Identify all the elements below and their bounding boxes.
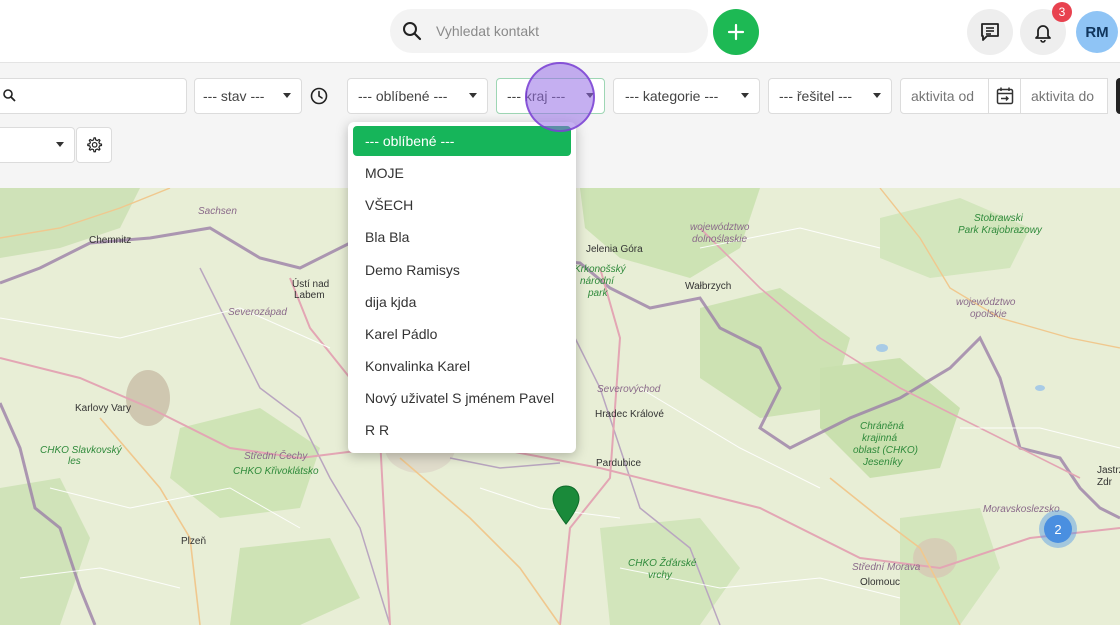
map-label: Chráněná xyxy=(860,421,904,432)
dropdown-option[interactable]: MOJE xyxy=(353,158,571,188)
clock-icon xyxy=(310,87,328,105)
user-avatar[interactable]: RM xyxy=(1076,11,1118,53)
chevron-down-icon xyxy=(873,93,881,98)
secondary-select[interactable] xyxy=(0,127,75,163)
map-label: Chemnitz xyxy=(89,235,132,246)
chevron-down-icon xyxy=(283,93,291,98)
messages-button[interactable] xyxy=(967,9,1013,55)
map-label: CHKO Žďárské xyxy=(628,558,697,569)
map-label: Severozápad xyxy=(228,307,287,318)
cursor-highlight xyxy=(525,62,595,132)
map-label: Jelenia Góra xyxy=(586,244,643,255)
plus-icon xyxy=(727,23,745,41)
gear-icon xyxy=(87,137,103,153)
chevron-down-icon xyxy=(741,93,749,98)
bell-icon xyxy=(1035,25,1051,43)
oblibene-dropdown-menu: --- oblíbené --- MOJE VŠECH Bla Bla Demo… xyxy=(348,122,576,453)
stav-select[interactable]: --- stav --- xyxy=(194,78,302,114)
settings-button[interactable] xyxy=(76,127,112,163)
stav-select-value: --- stav --- xyxy=(203,88,265,104)
map-cluster-marker[interactable]: 2 xyxy=(1039,510,1077,548)
kategorie-select-value: --- kategorie --- xyxy=(625,88,719,104)
aktivita-od-input[interactable] xyxy=(900,78,989,114)
map-label: województwo xyxy=(956,297,1016,308)
map-label: Ústí nad xyxy=(292,279,330,290)
map-label: park xyxy=(588,288,608,299)
resitel-select-value: --- řešitel --- xyxy=(779,88,853,104)
search-icon xyxy=(403,22,422,41)
map-label: Střední Morava xyxy=(852,562,921,573)
map-label: opolskie xyxy=(970,309,1007,320)
dropdown-option[interactable]: VŠECH xyxy=(353,190,571,220)
map-label: Olomouc xyxy=(860,577,901,588)
chevron-down-icon xyxy=(56,142,64,147)
map-label: Zdr xyxy=(1097,477,1112,488)
contact-search-input[interactable] xyxy=(434,22,688,40)
calendar-arrow-icon xyxy=(996,87,1014,105)
map-label: Stobrawski xyxy=(974,213,1023,224)
cluster-count: 2 xyxy=(1044,515,1072,543)
map-label: województwo xyxy=(690,222,750,233)
map-label: dolnośląskie xyxy=(692,234,748,245)
kategorie-select[interactable]: --- kategorie --- xyxy=(613,78,760,114)
date-range-toggle[interactable] xyxy=(988,78,1021,114)
map-label: CHKO Křivoklátsko xyxy=(233,466,319,477)
dropdown-option[interactable]: Nový uživatel S jménem Pavel xyxy=(353,383,571,413)
message-icon xyxy=(981,23,999,41)
map-label: Karlovy Vary xyxy=(75,403,131,414)
map-label: Jeseníky xyxy=(863,457,903,468)
dropdown-option[interactable]: Karel Pádlo xyxy=(353,319,571,349)
map-label: Park Krajobrazowy xyxy=(958,225,1042,236)
oblibene-select[interactable]: --- oblíbené --- xyxy=(347,78,488,114)
map-label: Hradec Králové xyxy=(595,409,664,420)
stav-history-button[interactable] xyxy=(307,86,331,106)
dropdown-option[interactable]: --- oblíbené --- xyxy=(353,126,571,156)
chevron-down-icon xyxy=(469,93,477,98)
map-label: Severovýchod xyxy=(597,384,661,395)
map-label: Pardubice xyxy=(596,458,642,469)
fulltext-filter-input[interactable] xyxy=(0,78,187,114)
map-label: Krkonošský xyxy=(574,264,626,275)
map-label: Plzeň xyxy=(181,536,207,547)
resitel-select[interactable]: --- řešitel --- xyxy=(768,78,892,114)
contact-search[interactable] xyxy=(390,9,708,53)
map-label: Sachsen xyxy=(198,206,237,217)
dropdown-option[interactable]: dija kjda xyxy=(353,287,571,317)
dropdown-option[interactable]: Demo Ramisys xyxy=(353,255,571,285)
date-clear-button[interactable] xyxy=(1116,78,1120,114)
dropdown-option[interactable]: R R xyxy=(353,415,571,445)
map-label: les xyxy=(68,456,81,467)
map-label: Labem xyxy=(294,290,325,301)
dropdown-option[interactable]: Konvalinka Karel xyxy=(353,351,571,381)
map-label: krajinná xyxy=(862,433,898,444)
dropdown-option[interactable]: Bla Bla xyxy=(353,222,571,252)
notification-count-badge: 3 xyxy=(1052,2,1072,22)
top-bar: 3 RM xyxy=(0,0,1120,62)
map-label: vrchy xyxy=(648,570,672,581)
map-label: Střední Čechy xyxy=(244,451,308,462)
add-contact-button[interactable] xyxy=(713,9,759,55)
search-icon xyxy=(3,89,16,102)
map-label: CHKO Slavkovský xyxy=(40,445,122,456)
map-label: Jastrz xyxy=(1097,465,1120,476)
oblibene-select-value: --- oblíbené --- xyxy=(358,88,448,104)
map-marker-pin[interactable] xyxy=(552,485,580,525)
map-label: oblast (CHKO) xyxy=(853,445,919,456)
map-label: národní xyxy=(580,276,614,287)
map-label: Wałbrzych xyxy=(685,281,732,292)
aktivita-do-input[interactable] xyxy=(1020,78,1108,114)
